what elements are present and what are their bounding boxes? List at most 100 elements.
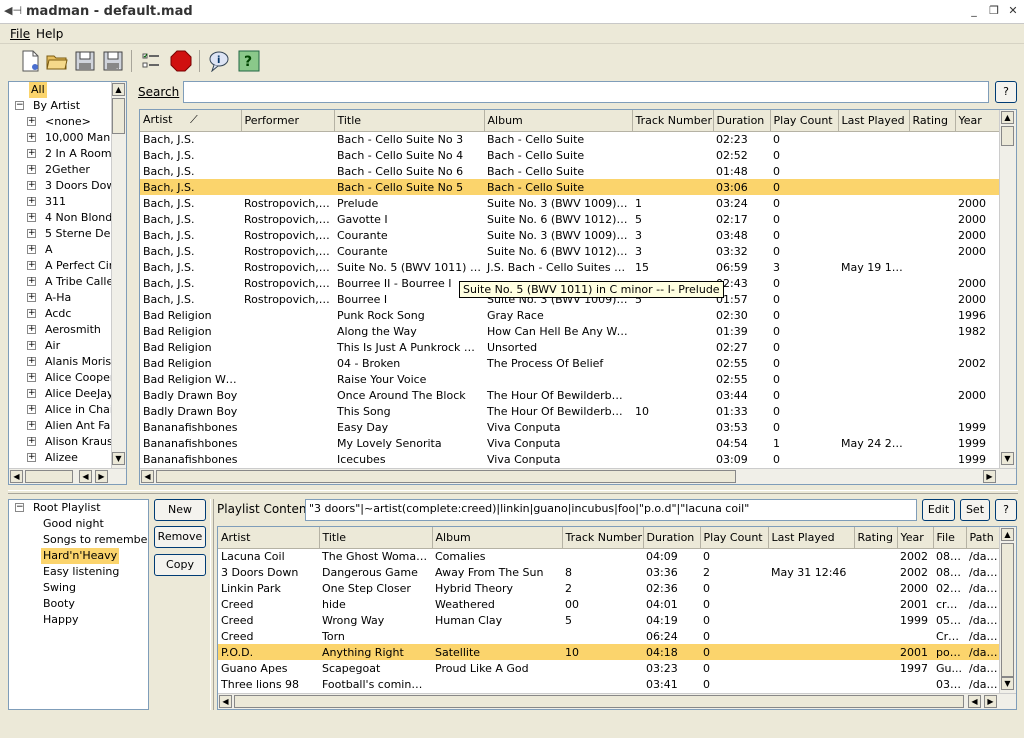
tree-item[interactable]: +10,000 Maniacs <box>9 130 111 146</box>
table-row[interactable]: Bach, J.S. Rostropovich, M... Courante Suit… <box>140 227 999 243</box>
playlist-item[interactable]: Swing <box>9 580 148 596</box>
save-icon[interactable] <box>72 48 98 74</box>
column-header[interactable]: Last Played <box>768 527 855 549</box>
expand-icon[interactable]: + <box>27 309 36 318</box>
tree-item[interactable]: +4 Non Blondes <box>9 210 111 226</box>
column-header[interactable]: Performer <box>241 110 335 132</box>
scroll-up-icon[interactable]: ▲ <box>112 83 125 96</box>
scrollbar-thumb[interactable] <box>234 695 964 708</box>
scroll-left-icon[interactable]: ◀ <box>141 470 154 483</box>
column-header[interactable]: File <box>933 527 967 549</box>
expand-icon[interactable]: + <box>27 165 36 174</box>
tree-item[interactable]: + Alanis Morissette <box>9 354 111 370</box>
tree-item[interactable]: +311 <box>9 194 111 210</box>
expand-icon[interactable]: + <box>27 149 36 158</box>
playlist-item[interactable]: Booty <box>9 596 148 612</box>
expand-icon[interactable]: + <box>27 181 36 190</box>
tree-item[interactable]: + Alice DeeJay <box>9 386 111 402</box>
column-header[interactable]: Track Number <box>562 527 644 549</box>
preferences-icon[interactable] <box>138 48 164 74</box>
playlist-help-button[interactable]: ? <box>995 499 1017 521</box>
column-header[interactable]: Year <box>897 527 934 549</box>
copy-playlist-button[interactable]: Copy <box>154 554 206 576</box>
expand-icon[interactable]: + <box>27 213 36 222</box>
expand-icon[interactable]: + <box>27 229 36 238</box>
table-row[interactable]: Bad Religion Punk Rock Song Gray Race 02:30… <box>140 307 999 323</box>
scroll-up-icon[interactable]: ▲ <box>1001 111 1014 124</box>
column-header[interactable]: Year <box>955 110 1000 132</box>
tree-vertical-scrollbar[interactable]: ▲ ▼ <box>111 82 126 468</box>
expand-icon[interactable]: + <box>27 373 36 382</box>
tree-item[interactable]: + Air <box>9 338 111 354</box>
expand-icon[interactable]: + <box>27 405 36 414</box>
column-header[interactable]: Last Played <box>838 110 910 132</box>
table-row[interactable]: Bach, J.S. Bach - Cello Suite No 4 Bach - … <box>140 147 999 163</box>
tree-item[interactable]: All <box>9 82 111 98</box>
tree-item[interactable]: + Acdc <box>9 306 111 322</box>
column-header[interactable]: Rating <box>854 527 898 549</box>
expand-icon[interactable]: + <box>27 261 36 270</box>
playlist-query-input[interactable]: "3 doors"|~artist(complete:creed)|linkin… <box>305 499 917 521</box>
column-header[interactable]: Title <box>334 110 485 132</box>
scroll-down-icon[interactable]: ▼ <box>112 452 125 465</box>
tree-item[interactable]: + A-Ha <box>9 290 111 306</box>
playlist-item[interactable]: Easy listening <box>9 564 148 580</box>
new-playlist-button[interactable]: New <box>154 499 206 521</box>
table-row[interactable]: Creed hide Weathered 00 04:01 0 2001 cre... /dat… <box>218 596 1013 612</box>
tree-item[interactable]: +2Gether <box>9 162 111 178</box>
edit-query-button[interactable]: Edit <box>922 499 955 521</box>
remove-playlist-button[interactable]: Remove <box>154 526 206 548</box>
tree-item[interactable]: + Alizee <box>9 450 111 466</box>
minimize-button[interactable]: _ <box>966 4 982 18</box>
expand-icon[interactable]: + <box>27 341 36 350</box>
column-header[interactable]: Duration <box>713 110 771 132</box>
table-row[interactable]: Guano Apes Scapegoat Proud Like A God 03:23… <box>218 660 1013 676</box>
scrollbar-thumb[interactable] <box>1001 126 1014 146</box>
scrollbar-thumb[interactable] <box>112 98 125 134</box>
horizontal-splitter[interactable] <box>8 490 1018 494</box>
column-header[interactable]: Play Count <box>700 527 769 549</box>
table-row[interactable]: Creed Wrong Way Human Clay 5 04:19 0 1999 05...… <box>218 612 1013 628</box>
tree-horizontal-scrollbar[interactable]: ◀ ◀ ▶ <box>9 468 126 484</box>
expand-icon[interactable]: + <box>27 325 36 334</box>
table-row[interactable]: Bach, J.S. Rostropovich, M... Prelude Suite… <box>140 195 999 211</box>
expand-icon[interactable]: + <box>27 117 36 126</box>
tree-item[interactable]: + Aerosmith <box>9 322 111 338</box>
artist-tree[interactable]: All−By Artist+<none>+10,000 Maniacs+2 In… <box>8 81 127 485</box>
table-row[interactable]: Bananafishbones Easy Day Viva Conputa 03:53… <box>140 419 999 435</box>
playlist-vertical-scrollbar[interactable]: ▲ ▼ <box>999 527 1016 693</box>
table-row[interactable]: Bach, J.S. Rostropovich, M... Courante Suit… <box>140 243 999 259</box>
songs-horizontal-scrollbar[interactable]: ◀ ▶ <box>140 468 1016 484</box>
playlist-song-list[interactable]: Artist Title Album Track Number Duration Play… <box>217 526 1017 710</box>
tree-item[interactable]: +3 Doors Down <box>9 178 111 194</box>
open-folder-icon[interactable] <box>44 48 70 74</box>
column-header[interactable]: Album <box>484 110 633 132</box>
close-button[interactable]: ✕ <box>1005 4 1021 18</box>
playlist-item[interactable]: Songs to remember <box>9 532 148 548</box>
playlist-item[interactable]: Happy <box>9 612 148 628</box>
expand-icon[interactable]: + <box>27 197 36 206</box>
expand-icon[interactable]: + <box>27 245 36 254</box>
collapse-icon[interactable]: − <box>15 503 24 512</box>
expand-icon[interactable]: + <box>27 437 36 446</box>
scroll-left-icon[interactable]: ◀ <box>219 695 232 708</box>
table-row[interactable]: Bad Religion This Is Just A Punkrock Song… <box>140 339 999 355</box>
column-header[interactable]: Artist ⟋ <box>140 110 242 132</box>
tree-item[interactable]: + A Tribe Called Quest <box>9 274 111 290</box>
expand-icon[interactable]: + <box>27 453 36 462</box>
menu-file[interactable]: File <box>10 27 30 41</box>
table-row[interactable]: Bad Religion With ... Raise Your Voice 02:… <box>140 371 999 387</box>
table-row[interactable]: Bach, J.S. Rostropovich, M... Suite No. 5 … <box>140 259 999 275</box>
scroll-up-icon[interactable]: ▲ <box>1001 528 1014 541</box>
playlist-item[interactable]: Good night <box>9 516 148 532</box>
table-row[interactable]: Bach, J.S. Bach - Cello Suite No 6 Bach - … <box>140 163 999 179</box>
tree-item[interactable]: + Alien Ant Farm <box>9 418 111 434</box>
table-row[interactable]: CreedTorn06:240Cre.../dat...M <box>218 628 1013 644</box>
expand-icon[interactable]: + <box>27 277 36 286</box>
scroll-left-icon[interactable]: ◀ <box>10 470 23 483</box>
table-row[interactable]: Bach, J.S. Bach - Cello Suite No 5 Bach - … <box>140 179 999 195</box>
table-row[interactable]: Bach, J.S. Rostropovich, M... Gavotte I Sui… <box>140 211 999 227</box>
tree-item[interactable]: +5 Sterne Deluxe <box>9 226 111 242</box>
tree-item[interactable]: +2 In A Room <box>9 146 111 162</box>
tree-item[interactable]: + A <box>9 242 111 258</box>
